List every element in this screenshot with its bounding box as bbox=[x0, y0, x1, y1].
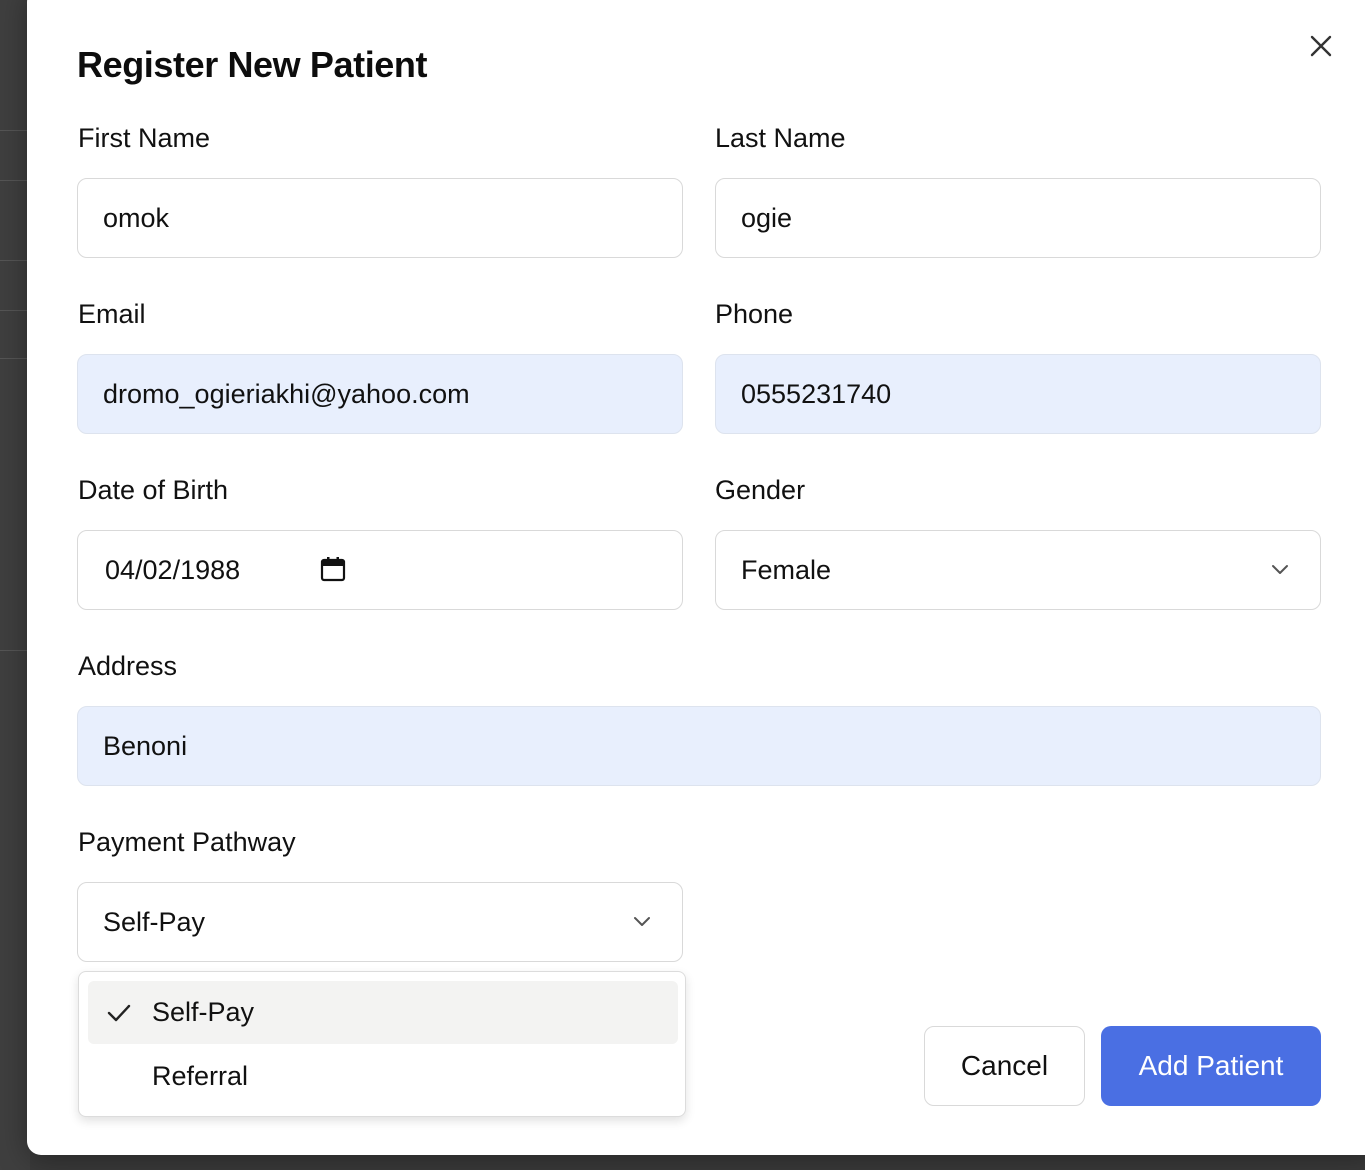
background-divider bbox=[0, 650, 30, 651]
address-value: Benoni bbox=[103, 730, 188, 761]
gender-select[interactable]: Female bbox=[715, 530, 1321, 610]
email-value: dromo_ogieriakhi@yahoo.com bbox=[103, 378, 470, 409]
address-label: Address bbox=[78, 651, 178, 681]
email-field[interactable]: dromo_ogieriakhi@yahoo.com bbox=[77, 354, 683, 434]
background-divider bbox=[0, 130, 30, 131]
first-name-field[interactable]: omok bbox=[77, 178, 683, 258]
option-label: Referral bbox=[152, 1061, 249, 1091]
option-label: Self-Pay bbox=[152, 997, 255, 1027]
background-divider bbox=[0, 180, 30, 181]
gender-value: Female bbox=[741, 554, 832, 585]
dob-label: Date of Birth bbox=[78, 475, 229, 505]
background-app bbox=[0, 0, 30, 1170]
background-divider bbox=[0, 260, 30, 261]
dob-value: 04/02/1988 bbox=[105, 554, 241, 585]
cancel-button[interactable]: Cancel bbox=[924, 1026, 1085, 1106]
register-patient-dialog: Register New Patient First Name omok Las… bbox=[27, 0, 1365, 1155]
payment-pathway-dropdown: Self-Pay Referral bbox=[78, 971, 686, 1117]
option-self-pay[interactable]: Self-Pay bbox=[88, 981, 678, 1044]
payment-pathway-value: Self-Pay bbox=[103, 906, 206, 937]
close-button[interactable] bbox=[1307, 32, 1335, 60]
phone-field[interactable]: 0555231740 bbox=[715, 354, 1321, 434]
check-icon bbox=[104, 998, 134, 1028]
phone-label: Phone bbox=[715, 299, 794, 329]
last-name-label: Last Name bbox=[715, 123, 846, 153]
email-label: Email bbox=[78, 299, 146, 329]
first-name-label: First Name bbox=[78, 123, 211, 153]
dialog-title: Register New Patient bbox=[77, 44, 428, 85]
gender-label: Gender bbox=[715, 475, 806, 505]
option-referral[interactable]: Referral bbox=[88, 1045, 678, 1108]
chevron-down-icon bbox=[630, 909, 654, 933]
background-divider bbox=[0, 310, 30, 311]
background-divider bbox=[0, 358, 30, 359]
dob-field[interactable]: 04/02/1988 bbox=[77, 530, 683, 610]
phone-value: 0555231740 bbox=[741, 378, 892, 409]
last-name-field[interactable]: ogie bbox=[715, 178, 1321, 258]
close-icon bbox=[1310, 35, 1332, 57]
chevron-down-icon bbox=[1268, 557, 1292, 581]
add-patient-button[interactable]: Add Patient bbox=[1101, 1026, 1321, 1106]
payment-pathway-select[interactable]: Self-Pay bbox=[77, 882, 683, 962]
first-name-value: omok bbox=[103, 202, 170, 233]
calendar-icon[interactable] bbox=[319, 555, 347, 583]
address-field[interactable]: Benoni bbox=[77, 706, 1321, 786]
last-name-value: ogie bbox=[741, 202, 793, 233]
payment-pathway-label: Payment Pathway bbox=[78, 827, 296, 857]
